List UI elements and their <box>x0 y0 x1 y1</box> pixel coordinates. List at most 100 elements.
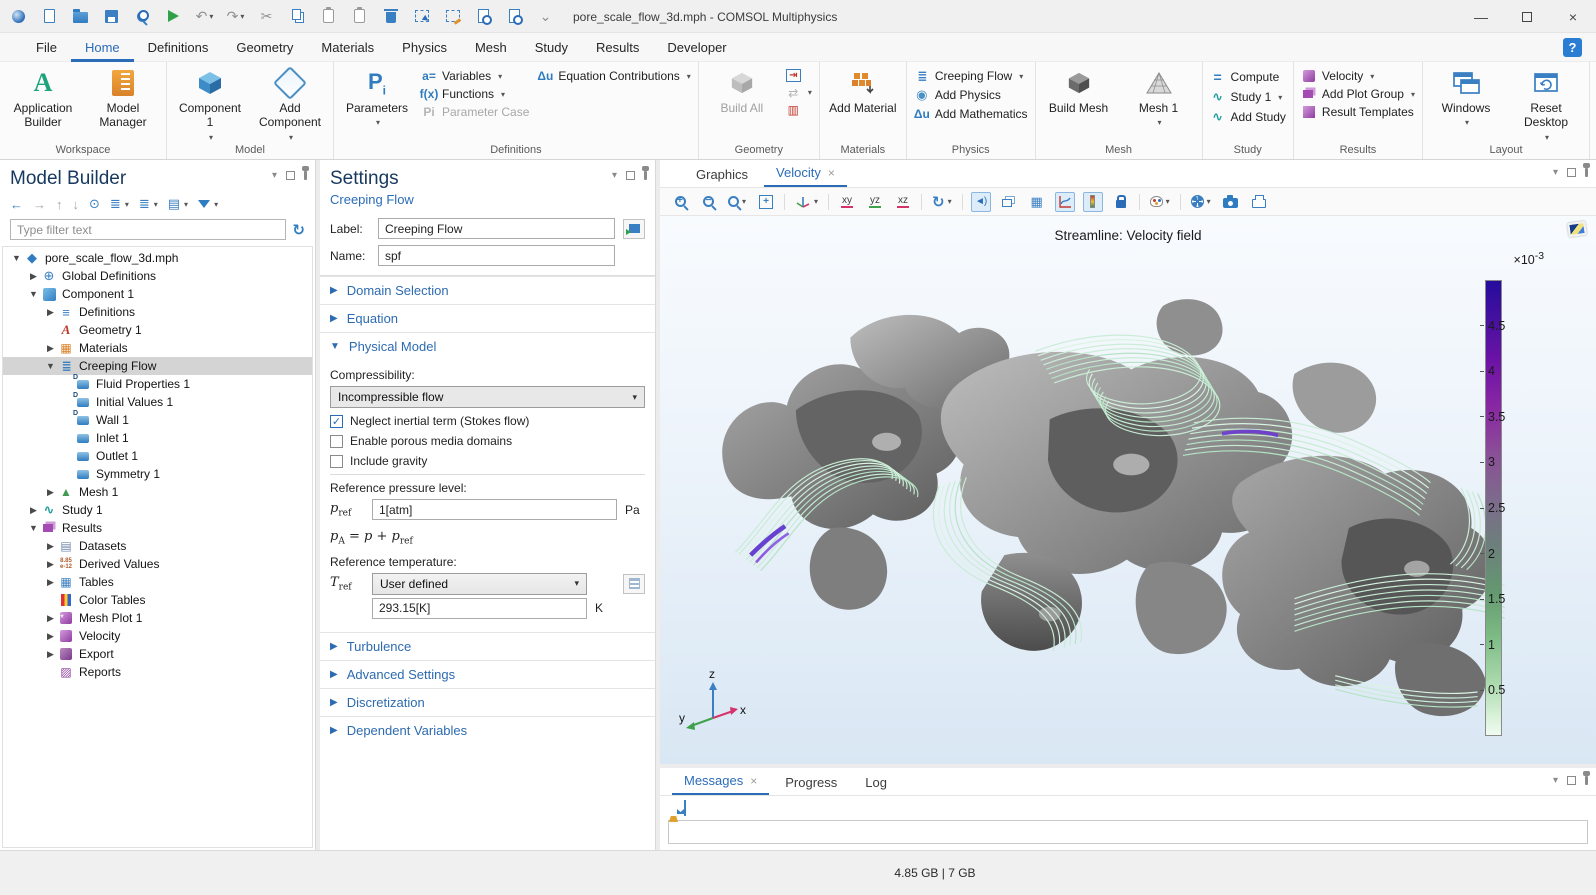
add-mathematics-button[interactable]: Δu Add Mathematics <box>914 107 1028 121</box>
section-physical-model[interactable]: ▼Physical Model <box>320 332 655 360</box>
tree-item-fluid-properties-1[interactable]: Fluid Properties 1 <box>3 375 312 393</box>
geometry-import-button[interactable]: ⇥ <box>786 69 812 82</box>
include-gravity-checkbox-row[interactable]: Include gravity <box>330 454 645 468</box>
mail-window-icon[interactable] <box>684 801 686 815</box>
section-dependent-variables[interactable]: ▶Dependent Variables <box>320 716 655 744</box>
lock-axes-icon[interactable] <box>1111 192 1131 212</box>
equation-contributions-button[interactable]: Δu Equation Contributions▾ <box>537 69 690 83</box>
tab-progress[interactable]: Progress <box>773 770 849 795</box>
tree-item-root[interactable]: ▼◆pore_scale_flow_3d.mph <box>3 249 312 267</box>
chevron-collapsed-icon[interactable]: ▶ <box>43 307 58 318</box>
section-discretization[interactable]: ▶Discretization <box>320 688 655 716</box>
application-builder-button[interactable]: A Application Builder <box>7 65 79 130</box>
tree-item-study-1[interactable]: ▶∿Study 1 <box>3 501 312 519</box>
customize-quick-access-icon[interactable]: ⌄ <box>537 8 554 25</box>
porous-media-checkbox-row[interactable]: Enable porous media domains <box>330 434 645 448</box>
zoom-box-icon[interactable]: ▾ <box>726 192 748 212</box>
plot-thumbnail-icon[interactable] <box>1567 221 1587 237</box>
refresh-icon[interactable]: ↻ <box>292 221 305 239</box>
clear-selection-icon[interactable] <box>444 8 461 25</box>
tree-item-results[interactable]: ▼Results <box>3 519 312 537</box>
checkbox-checked-icon[interactable]: ✓ <box>330 415 343 428</box>
add-plot-group-button[interactable]: Add Plot Group▾ <box>1301 87 1415 101</box>
parameters-button[interactable]: Pi Parameters▾ <box>341 65 413 127</box>
tab-home[interactable]: Home <box>71 33 134 62</box>
geometry-virtual-operations-button[interactable]: ▥ <box>786 103 812 116</box>
add-study-button[interactable]: ∿ Add Study <box>1210 109 1286 125</box>
build-all-button[interactable]: Build All <box>706 65 778 115</box>
undo-icon[interactable]: ↶▾ <box>196 8 213 25</box>
tree-item-color-tables[interactable]: Color Tables <box>3 591 312 609</box>
save-icon[interactable] <box>103 8 120 25</box>
velocity-dropdown[interactable]: Velocity▾ <box>1301 69 1415 83</box>
study-1-dropdown[interactable]: ∿ Study 1▾ <box>1210 89 1286 105</box>
tab-results[interactable]: Results <box>582 33 653 62</box>
chevron-expanded-icon[interactable]: ▼ <box>26 523 41 533</box>
section-turbulence[interactable]: ▶Turbulence <box>320 632 655 660</box>
graphics-canvas[interactable]: Streamline: Velocity field <box>660 216 1596 764</box>
geometry-livelink-button[interactable]: ⇄▾ <box>786 86 812 99</box>
copy-icon[interactable] <box>289 8 306 25</box>
tree-item-definitions[interactable]: ▶≡Definitions <box>3 303 312 321</box>
tree-item-inlet-1[interactable]: Inlet 1 <box>3 429 312 447</box>
reference-temperature-select[interactable]: User defined▾ <box>372 573 587 595</box>
float-panel-icon[interactable] <box>626 171 635 180</box>
tree-item-mesh-plot-1[interactable]: ▶Mesh Plot 1 <box>3 609 312 627</box>
tab-file[interactable]: File <box>22 33 71 62</box>
panel-menu-icon[interactable]: ▾ <box>1553 167 1558 178</box>
redo-icon[interactable]: ↷▾ <box>227 8 244 25</box>
open-file-icon[interactable] <box>72 8 89 25</box>
add-material-button[interactable]: Add Material <box>827 65 899 115</box>
tree-item-wall-1[interactable]: Wall 1 <box>3 411 312 429</box>
chevron-collapsed-icon[interactable]: ▶ <box>26 271 41 282</box>
chevron-collapsed-icon[interactable]: ▶ <box>43 649 58 660</box>
view-xz-icon[interactable]: xz <box>893 192 913 212</box>
reference-pressure-input[interactable] <box>372 499 617 520</box>
label-field[interactable] <box>378 218 615 239</box>
pin-panel-icon[interactable] <box>304 171 307 180</box>
zoom-in-icon[interactable] <box>670 192 690 212</box>
panel-menu-icon[interactable]: ▾ <box>272 170 277 181</box>
tree-item-outlet-1[interactable]: Outlet 1 <box>3 447 312 465</box>
zoom-out-icon[interactable] <box>698 192 718 212</box>
windows-button[interactable]: Windows▾ <box>1430 65 1502 127</box>
float-panel-icon[interactable] <box>1567 168 1576 177</box>
find-icon[interactable] <box>475 8 492 25</box>
color-legend-toggle-icon[interactable] <box>1083 192 1103 212</box>
name-field[interactable] <box>378 245 615 266</box>
float-panel-icon[interactable] <box>1567 776 1576 785</box>
messages-output-area[interactable] <box>668 820 1588 844</box>
pin-panel-icon[interactable] <box>1585 168 1588 177</box>
component-1-button[interactable]: Component 1▾ <box>174 65 246 142</box>
tab-velocity-window[interactable]: Velocity × <box>764 160 847 187</box>
new-file-icon[interactable] <box>41 8 58 25</box>
view-yz-icon[interactable]: yz <box>865 192 885 212</box>
checkbox-unchecked-icon[interactable] <box>330 455 343 468</box>
expand-all-icon[interactable]: ≣▾ <box>110 196 129 212</box>
grid-toggle-icon[interactable]: ▦ <box>1027 192 1047 212</box>
rotate-icon[interactable]: ↻▾ <box>930 192 954 212</box>
paste-special-icon[interactable] <box>351 8 368 25</box>
zoom-extents-icon[interactable]: + <box>756 192 776 212</box>
node-text-icon[interactable]: ▤▾ <box>168 196 188 212</box>
color-theme-icon[interactable]: ▾ <box>1148 192 1172 212</box>
neglect-inertial-checkbox-row[interactable]: ✓ Neglect inertial term (Stokes flow) <box>330 414 645 428</box>
tab-developer[interactable]: Developer <box>653 33 740 62</box>
tab-messages[interactable]: Messages × <box>672 768 769 795</box>
tree-item-materials[interactable]: ▶▦Materials <box>3 339 312 357</box>
chevron-collapsed-icon[interactable]: ▶ <box>43 631 58 642</box>
tree-item-geometry-1[interactable]: AGeometry 1 <box>3 321 312 339</box>
mesh-1-button[interactable]: Mesh 1▾ <box>1123 65 1195 127</box>
filter-icon[interactable]: ▾ <box>198 200 218 209</box>
tab-mesh[interactable]: Mesh <box>461 33 521 62</box>
collapse-all-icon[interactable]: ≣▾ <box>139 196 158 212</box>
temperature-input[interactable] <box>372 598 587 619</box>
chevron-collapsed-icon[interactable]: ▶ <box>43 577 58 588</box>
print-icon[interactable] <box>1249 192 1269 212</box>
tree-item-datasets[interactable]: ▶▤Datasets <box>3 537 312 555</box>
tree-item-mesh-1[interactable]: ▶▲Mesh 1 <box>3 483 312 501</box>
tab-definitions[interactable]: Definitions <box>134 33 223 62</box>
tree-item-component-1[interactable]: ▼Component 1 <box>3 285 312 303</box>
add-component-button[interactable]: Add Component▾ <box>254 65 326 142</box>
chevron-collapsed-icon[interactable]: ▶ <box>43 343 58 354</box>
